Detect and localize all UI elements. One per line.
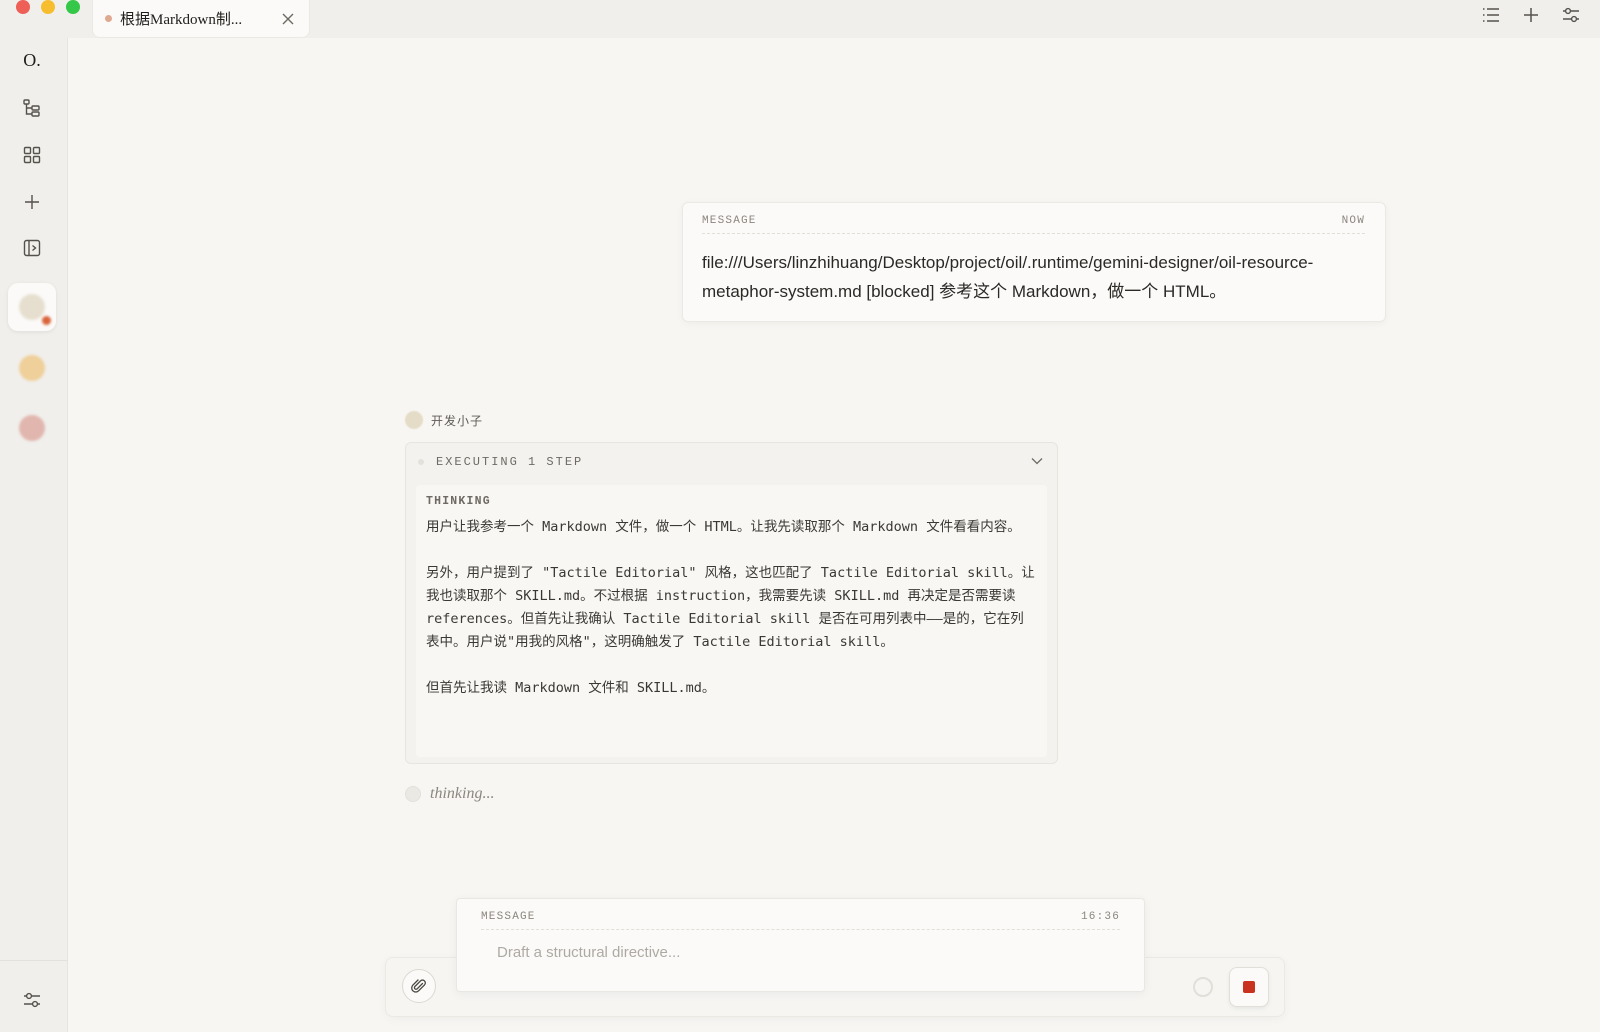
execution-header[interactable]: EXECUTING 1 STEP [406, 443, 1057, 481]
thinking-indicator: thinking... [405, 785, 494, 803]
panel-icon[interactable] [10, 228, 54, 268]
grid-icon[interactable] [10, 135, 54, 175]
close-window-button[interactable] [16, 0, 30, 14]
execution-status-dot [418, 459, 424, 465]
app-logo[interactable]: O. [10, 40, 54, 80]
user-message-header: MESSAGE NOW [702, 215, 1365, 234]
execution-label: EXECUTING 1 STEP [436, 455, 584, 469]
toolbar-actions [1480, 4, 1582, 26]
stop-icon [1243, 981, 1255, 993]
agent-header: 开发小子 [405, 411, 483, 429]
message-input[interactable] [481, 944, 1120, 961]
close-tab-icon[interactable] [279, 10, 297, 28]
tab-current-session[interactable]: 根据Markdown制... [92, 0, 310, 38]
agent-avatar-1[interactable] [8, 283, 56, 331]
agent-avatar-3[interactable] [8, 404, 56, 452]
composer-card: MESSAGE 16:36 [456, 898, 1145, 992]
agent-avatar [405, 411, 423, 429]
agent-blob [19, 355, 45, 381]
title-bar: 根据Markdown制... [0, 0, 1600, 38]
composer-time: 16:36 [1080, 911, 1120, 923]
rail-divider [0, 960, 68, 961]
attach-button[interactable] [402, 969, 436, 1003]
tab-title: 根据Markdown制... [120, 12, 243, 28]
plus-icon[interactable] [10, 182, 54, 222]
thinking-box: THINKING 用户让我参考一个 Markdown 文件，做一个 HTML。让… [416, 485, 1047, 757]
new-tab-plus-icon[interactable] [1520, 4, 1542, 26]
agent-name: 开发小子 [431, 413, 484, 428]
tree-icon[interactable] [10, 88, 54, 128]
stop-button[interactable] [1229, 967, 1269, 1007]
thinking-paragraph: 但首先让我读 Markdown 文件和 SKILL.md。 [426, 680, 716, 696]
logo-text: O. [23, 49, 41, 70]
agent-blob [19, 415, 45, 441]
tab-status-dot [105, 15, 112, 22]
message-label: MESSAGE [702, 215, 757, 227]
settings-icon[interactable] [19, 987, 45, 1013]
left-rail: O. [0, 38, 68, 1032]
minimize-window-button[interactable] [41, 0, 55, 14]
user-message-text: file:///Users/linzhihuang/Desktop/projec… [702, 253, 1314, 301]
sliders-icon[interactable] [1560, 4, 1582, 26]
user-message-card: MESSAGE NOW file:///Users/linzhihuang/De… [682, 202, 1386, 322]
agent-blob [19, 294, 51, 325]
thinking-dot [405, 786, 421, 802]
zoom-window-button[interactable] [66, 0, 80, 14]
active-indicator-dot [42, 316, 51, 325]
status-ring-icon [1193, 977, 1213, 997]
execution-panel: EXECUTING 1 STEP THINKING 用户让我参考一个 Markd… [405, 442, 1058, 764]
chevron-down-icon[interactable] [1031, 455, 1043, 469]
list-icon[interactable] [1480, 4, 1502, 26]
composer-header: MESSAGE 16:36 [481, 911, 1120, 930]
agent-avatar-2[interactable] [8, 344, 56, 392]
composer-label: MESSAGE [481, 911, 536, 923]
message-time: NOW [1341, 215, 1365, 227]
thinking-status-text: thinking... [430, 785, 495, 802]
thinking-paragraph: 另外，用户提到了 "Tactile Editorial" 风格，这也匹配了 Ta… [426, 565, 1035, 650]
thinking-title: THINKING [426, 495, 491, 508]
paperclip-icon [411, 979, 426, 993]
thinking-paragraph: 用户让我参考一个 Markdown 文件，做一个 HTML。让我先读取那个 Ma… [426, 519, 1021, 535]
